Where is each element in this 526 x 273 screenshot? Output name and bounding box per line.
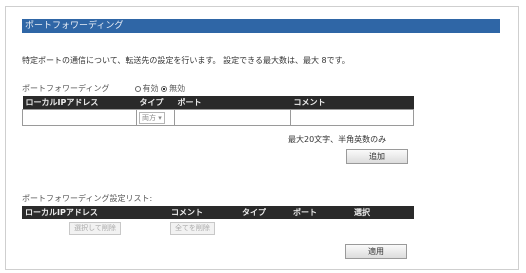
col-comment: コメント [290,96,414,110]
col-local-ip: ローカルIPアドレス [22,96,137,110]
list-col-port: ポート [290,206,351,219]
section-title: ポートフォワーディング [22,19,500,33]
apply-button[interactable]: 適用 [345,244,407,259]
radio-enable-icon [134,85,141,92]
description-text: 特定ポートの通信について、転送先の設定を行います。 設定できる最大数は、最大 8… [22,56,350,65]
list-section-label: ポートフォワーディング設定リスト: [22,194,153,203]
col-type: タイプ [136,96,175,110]
list-col-type: タイプ [239,206,290,219]
entry-table: ローカルIPアドレス タイプ ポート コメント 両方 ▾ [22,96,414,126]
delete-all-button[interactable]: 全てを削除 [170,222,215,235]
radio-disable[interactable]: 無効 [161,84,185,93]
forwarding-list-table: ローカルIPアドレス コメント タイプ ポート 選択 選択して削除 全てを削除 [22,206,414,236]
list-col-comment: コメント [168,206,239,219]
port-input[interactable] [174,109,291,126]
list-col-local-ip: ローカルIPアドレス [22,206,168,219]
list-col-select: 選択 [351,206,414,219]
local-ip-input[interactable] [22,109,137,126]
delete-selected-button[interactable]: 選択して削除 [69,222,121,235]
chevron-down-icon: ▾ [158,113,162,122]
type-select[interactable]: 両方 ▾ [136,109,175,126]
radio-enable[interactable]: 有効 [134,84,159,93]
add-button[interactable]: 追加 [346,149,408,164]
port-forwarding-toggle-row: ポートフォワーディング 有効 無効 [22,83,185,94]
radio-disable-icon [161,85,168,92]
comment-input[interactable] [290,109,414,126]
port-forwarding-label: ポートフォワーディング [22,84,110,93]
col-port: ポート [174,96,291,110]
delete-selected-cell: 選択して削除 [22,219,168,236]
comment-note: 最大20文字、半角英数のみ [288,135,387,144]
delete-all-cell: 全てを削除 [168,219,414,236]
